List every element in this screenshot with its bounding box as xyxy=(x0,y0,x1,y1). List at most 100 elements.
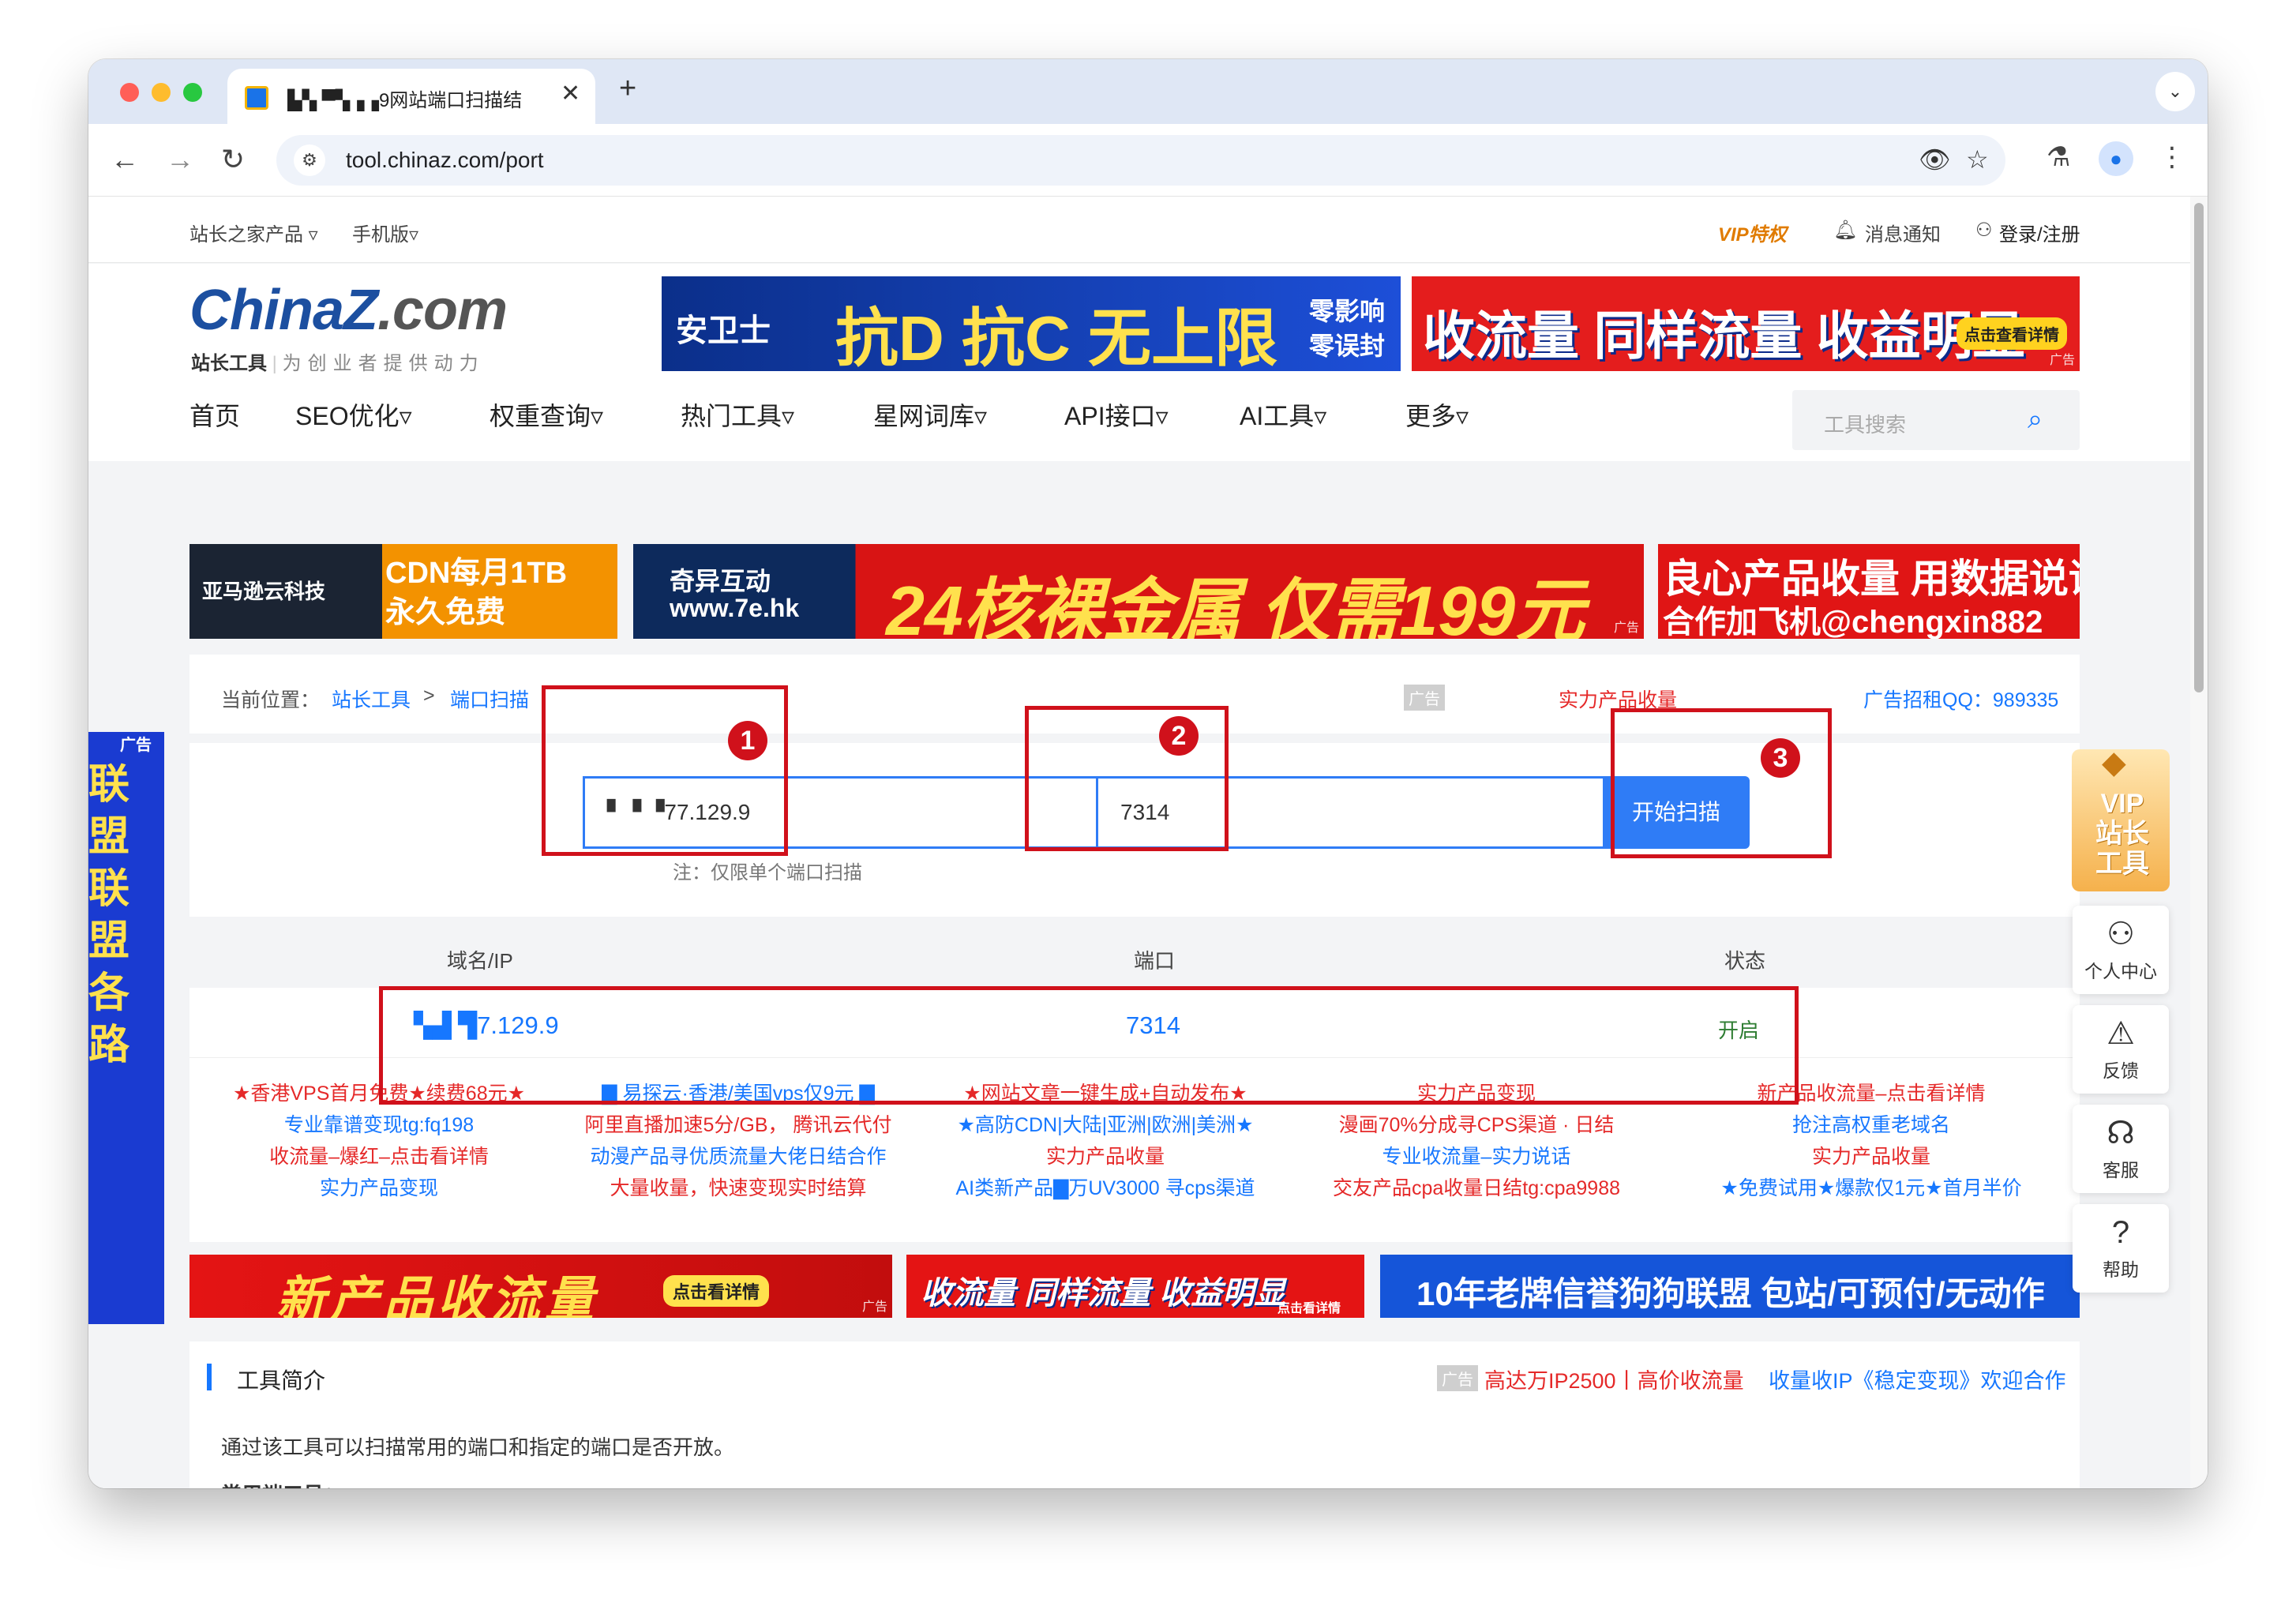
intro-promo-2[interactable]: 收量收IP《稳定变现》欢迎合作 xyxy=(1769,1364,2066,1394)
minimize-window-button[interactable] xyxy=(152,83,171,102)
nav-home[interactable]: 首页 xyxy=(189,396,240,433)
text-ad[interactable]: ★高防CDN|大陆|亚洲|欧洲|美洲★ xyxy=(924,1109,1287,1138)
url-text[interactable]: tool.chinaz.com/port xyxy=(346,148,544,173)
profile-avatar-icon[interactable]: ● xyxy=(2099,141,2133,176)
ad-banner-conscience[interactable]: 良心产品收量 用数据说话 合作加飞机@chengxin882 xyxy=(1658,544,2080,639)
address-bar[interactable]: ⚙ tool.chinaz.com/port 👁 ☆ xyxy=(276,135,2005,186)
close-tab-icon[interactable]: ✕ xyxy=(561,80,580,107)
text-ad[interactable]: 实力产品收量 xyxy=(1674,1141,2069,1169)
annotation-badge-3: 3 xyxy=(1761,738,1800,778)
intro-subheading: 常用端口号： xyxy=(221,1479,344,1488)
user-icon[interactable]: ⚇ xyxy=(1975,219,1993,242)
ad-banner-baremetal[interactable]: 奇异互动 www.7e.hk 24核裸金属 仅需199元 广告 xyxy=(633,544,1644,639)
bell-icon[interactable]: 🔔︎ xyxy=(1833,219,1857,242)
text-ad[interactable]: 抢注高权重老域名 xyxy=(1674,1109,2069,1138)
forward-arrow-icon[interactable]: → xyxy=(166,141,194,178)
text-ad[interactable]: 交友产品cpa收量日结tg:cpa9988 xyxy=(1295,1173,1658,1201)
annotation-badge-2: 2 xyxy=(1159,716,1199,756)
vip-tools-badge[interactable]: ◆ VIP 站长 工具 xyxy=(2072,749,2170,891)
bookmark-star-icon[interactable]: ☆ xyxy=(1966,144,1989,174)
text-ad[interactable]: AI类新产品▇万UV3000 寻cps渠道 xyxy=(924,1173,1287,1201)
labs-flask-icon[interactable]: ⚗ xyxy=(2047,141,2070,173)
col-status: 状态 xyxy=(1724,949,1766,973)
browser-toolbar: ← → ↻ ⚙ tool.chinaz.com/port 👁 ☆ ⚗ ● ⋮ xyxy=(88,124,2208,197)
annotation-box-results xyxy=(379,986,1799,1105)
logo-tagline: 站长工具 | 为创业者提供动力 xyxy=(191,353,485,374)
text-ad[interactable]: 专业收流量–实力说话 xyxy=(1295,1141,1658,1169)
ad-banner-traffic[interactable]: 收流量 同样流量 收益明显 点击查看详情 广告 xyxy=(1412,276,2080,371)
headset-icon: ☊ xyxy=(2107,1116,2135,1150)
text-ad[interactable]: 实力产品变现 xyxy=(205,1173,553,1201)
text-ad[interactable]: 专业靠谱变现tg:fq198 xyxy=(205,1109,553,1138)
nav-words[interactable]: 星网词库▿ xyxy=(873,396,987,433)
nav-seo[interactable]: SEO优化▿ xyxy=(295,396,412,433)
banner-headline: CDN每月1TB 永久免费 xyxy=(385,557,568,629)
nav-hot-tools[interactable]: 热门工具▿ xyxy=(681,396,794,433)
annotation-badge-1: 1 xyxy=(728,721,767,760)
personal-center-button[interactable]: ⚇ 个人中心 xyxy=(2073,906,2169,994)
products-menu[interactable]: 站长之家产品 ▿ xyxy=(189,219,318,246)
ad-banner-aws[interactable]: 亚马逊云科技 CDN每月1TB 永久免费 xyxy=(189,544,617,639)
tool-search-box[interactable]: 工具搜索 ⌕ xyxy=(1792,390,2080,450)
ad-banner-anti-ddos[interactable]: 安卫士 抗D 抗C 无上限 零影响 零误封 xyxy=(662,276,1401,371)
col-host: 域名/IP xyxy=(447,949,513,973)
reload-icon[interactable]: ↻ xyxy=(221,141,245,178)
ad-banner-dog-union[interactable]: 10年老牌信誉狗狗联盟 包站/可预付/无动作 xyxy=(1380,1255,2080,1318)
text-ad[interactable]: 收流量–爆红–点击看详情 xyxy=(205,1141,553,1169)
left-side-ad[interactable]: 广告 联盟 联盟 各路 xyxy=(88,732,164,1324)
text-ad[interactable]: 实力产品收量 xyxy=(924,1141,1287,1169)
ad-label: 广告 xyxy=(2049,354,2075,367)
favicon-icon xyxy=(245,86,268,110)
feedback-button[interactable]: ⚠ 反馈 xyxy=(2073,1005,2169,1094)
chinaz-logo[interactable]: ChinaZ.com xyxy=(189,278,508,343)
messages-link[interactable]: 消息通知 xyxy=(1865,219,1941,246)
scrollbar-thumb[interactable] xyxy=(2194,203,2204,692)
login-link[interactable]: 登录/注册 xyxy=(1999,219,2080,246)
breadcrumb-home[interactable]: 站长工具 xyxy=(332,685,411,713)
text-ad[interactable]: 动漫产品寻优质流量大佬日结合作 xyxy=(561,1141,916,1169)
logo-tagline-2: 为创业者提供动力 xyxy=(282,353,485,374)
nav-weight[interactable]: 权重查询▿ xyxy=(490,396,603,433)
text-ad[interactable]: 漫画70%分成寻CPS渠道 · 日结 xyxy=(1295,1109,1658,1138)
eye-off-icon[interactable]: 👁 xyxy=(1919,144,1951,174)
more-menu-icon[interactable]: ⋮ xyxy=(2159,141,2185,173)
text-ad[interactable]: 大量收量，快速变现实时结算 xyxy=(561,1173,916,1201)
banner-cta: 点击查看详情 xyxy=(1956,317,2067,350)
maximize-window-button[interactable] xyxy=(183,83,202,102)
nav-more[interactable]: 更多▿ xyxy=(1405,396,1469,433)
feedback-label: 反馈 xyxy=(2103,1060,2139,1081)
site-topbar: 站长之家产品 ▿ 手机版▿ VIP特权 🔔︎ 消息通知 ⚇ 登录/注册 xyxy=(88,197,2190,263)
search-icon[interactable]: ⌕ xyxy=(2028,404,2043,435)
support-button[interactable]: ☊ 客服 xyxy=(2073,1105,2169,1193)
banner-headline: 收流量 同样流量 收益明显 xyxy=(921,1276,1286,1311)
mobile-menu[interactable]: 手机版▿ xyxy=(352,219,418,246)
user-icon: ⚇ xyxy=(2107,917,2135,951)
intro-promo-1[interactable]: 高达万IP2500丨高价收流量 xyxy=(1484,1364,1744,1394)
logo-tagline-1: 站长工具 xyxy=(191,353,267,374)
close-window-button[interactable] xyxy=(120,83,139,102)
search-input[interactable]: 工具搜索 xyxy=(1824,409,1906,438)
ad-label: 广告 xyxy=(1437,1365,1478,1391)
tab-search-chevron-icon[interactable]: ⌄ xyxy=(2155,72,2195,111)
vip-link[interactable]: VIP特权 xyxy=(1718,219,1787,246)
new-tab-button[interactable]: + xyxy=(619,72,636,106)
intro-title: 工具简介 xyxy=(237,1368,326,1393)
breadcrumb-current[interactable]: 端口扫描 xyxy=(450,685,529,713)
ad-banner-new-product[interactable]: 新产品收流量 点击看详情 广告 xyxy=(189,1255,892,1318)
nav-ai[interactable]: AI工具▿ xyxy=(1240,396,1326,433)
tool-intro: 工具简介 广告 高达万IP2500丨高价收流量 收量收IP《稳定变现》欢迎合作 … xyxy=(189,1341,2080,1488)
nav-api[interactable]: API接口▿ xyxy=(1064,396,1169,433)
banner-headline: 24核裸金属 仅需199元 xyxy=(886,572,1585,639)
banner-cta: 点击看详情 xyxy=(1277,1302,1341,1315)
ad-banner-traffic-2[interactable]: 收流量 同样流量 收益明显 点击看详情 xyxy=(906,1255,1364,1318)
text-ad[interactable]: 阿里直播加速5分/GB， 腾讯云代付 xyxy=(561,1109,916,1138)
help-button[interactable]: ? 帮助 xyxy=(2073,1204,2169,1293)
text-ad[interactable]: ★免费试用★爆款仅1元★首月半价 xyxy=(1674,1173,2069,1201)
banner-headline: 10年老牌信誉狗狗联盟 包站/可预付/无动作 xyxy=(1416,1275,2045,1312)
ad-label: 广告 xyxy=(1404,685,1445,711)
qq-ad-link[interactable]: 广告招租QQ：989335 xyxy=(1863,685,2058,713)
site-settings-icon[interactable]: ⚙ xyxy=(294,144,325,176)
browser-tab[interactable]: ▙▚ ▀▚▗▗9网站端口扫描结 ✕ xyxy=(227,69,595,124)
banner-cta: 点击看详情 xyxy=(663,1275,770,1307)
back-arrow-icon[interactable]: ← xyxy=(111,141,139,178)
